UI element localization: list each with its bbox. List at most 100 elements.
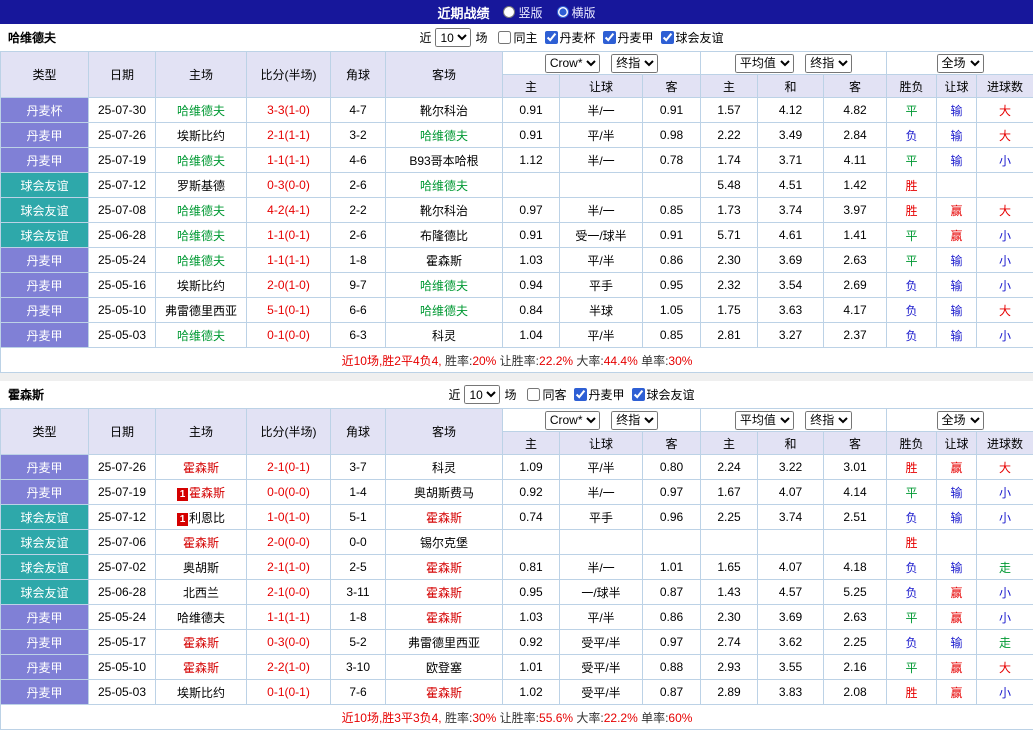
away-team-link[interactable]: 哈维德夫 bbox=[420, 304, 468, 318]
filter-checkbox-option[interactable]: 丹麦甲 bbox=[573, 386, 625, 403]
home-team-link[interactable]: 霍森斯 bbox=[183, 661, 219, 675]
home-team: 霍森斯 bbox=[155, 454, 247, 480]
result-handicap: 输 bbox=[936, 272, 978, 298]
away-team-link[interactable]: 哈维德夫 bbox=[420, 129, 468, 143]
home-team-link[interactable]: 埃斯比约 bbox=[177, 686, 225, 700]
match-row: 球会友谊 25-06-28 北西兰 2-1(0-0) 3-11 霍森斯 0.95 一/球半 0.… bbox=[0, 579, 1033, 605]
away-team: 奥胡斯费马 bbox=[385, 479, 503, 505]
recent-count-select[interactable]: 10 bbox=[464, 385, 501, 404]
away-team-link[interactable]: 哈维德夫 bbox=[420, 179, 468, 193]
odds-stage-select[interactable]: 终指 bbox=[611, 410, 659, 430]
home-team-link[interactable]: 罗斯基德 bbox=[177, 179, 225, 193]
away-team-link[interactable]: 霍森斯 bbox=[426, 254, 462, 268]
handicap-away-odds: 0.95 bbox=[641, 272, 702, 298]
corner-score: 3-7 bbox=[330, 454, 386, 480]
avg-home-odds: 2.30 bbox=[700, 604, 759, 630]
handicap-away-odds: 1.01 bbox=[641, 554, 702, 580]
stat-segment: 让胜率: bbox=[496, 710, 540, 725]
sub-handicap-header: 让球 bbox=[559, 431, 643, 455]
home-team-link[interactable]: 奥胡斯 bbox=[183, 561, 219, 575]
away-team-link[interactable]: 靴尔科治 bbox=[420, 104, 468, 118]
home-team-link[interactable]: 霍森斯 bbox=[183, 461, 219, 475]
filter-checkbox-option[interactable]: 同主 bbox=[498, 29, 538, 46]
match-row: 球会友谊 25-07-08 哈维德夫 4-2(4-1) 2-2 靴尔科治 0.97 半/一 0.… bbox=[0, 197, 1033, 223]
avg-odds-stage-select[interactable]: 终指 bbox=[805, 53, 853, 73]
vertical-layout-radio[interactable] bbox=[503, 6, 516, 18]
avg-away-odds: 4.82 bbox=[823, 97, 888, 123]
filter-checkbox[interactable] bbox=[573, 388, 587, 401]
handicap-away-odds: 0.91 bbox=[641, 222, 702, 248]
away-team-link[interactable]: B93哥本哈根 bbox=[409, 154, 478, 168]
away-team-link[interactable]: 科灵 bbox=[432, 329, 456, 343]
match-row: 球会友谊 25-07-12 1 利恩比 1-0(1-0) 5-1 霍森斯 0.74 平手 0.96… bbox=[0, 504, 1033, 530]
home-team-link[interactable]: 霍森斯 bbox=[183, 636, 219, 650]
recent-count-select[interactable]: 10 bbox=[435, 28, 472, 47]
handicap-away-odds bbox=[641, 172, 702, 198]
avg-odds-select[interactable]: 平均值 bbox=[734, 53, 794, 73]
horizontal-layout-radio[interactable] bbox=[556, 6, 569, 18]
away-team-link[interactable]: 布隆德比 bbox=[420, 229, 468, 243]
home-team-link[interactable]: 哈维德夫 bbox=[177, 229, 225, 243]
filter-checkbox-option[interactable]: 同客 bbox=[527, 386, 567, 403]
home-team-link[interactable]: 哈维德夫 bbox=[177, 204, 225, 218]
filter-checkbox[interactable] bbox=[660, 31, 674, 44]
away-team-link[interactable]: 科灵 bbox=[432, 461, 456, 475]
layout-option-horizontal[interactable]: 横版 bbox=[556, 4, 596, 21]
home-team-link[interactable]: 哈维德夫 bbox=[177, 104, 225, 118]
away-team-link[interactable]: 锡尔克堡 bbox=[420, 536, 468, 550]
result-goals: 小 bbox=[976, 222, 1033, 248]
filter-checkbox[interactable] bbox=[527, 388, 541, 401]
filter-checkbox-option[interactable]: 丹麦甲 bbox=[602, 29, 654, 46]
match-scope-select[interactable]: 全场 bbox=[936, 410, 984, 430]
away-team-link[interactable]: 霍森斯 bbox=[426, 586, 462, 600]
away-team-link[interactable]: 哈维德夫 bbox=[420, 279, 468, 293]
sub-wdl-header: 胜负 bbox=[886, 431, 938, 455]
home-team-link[interactable]: 哈维德夫 bbox=[177, 254, 225, 268]
home-team-link[interactable]: 弗雷德里西亚 bbox=[165, 304, 237, 318]
avg-home-odds: 1.67 bbox=[700, 479, 759, 505]
filter-checkbox-option[interactable]: 球会友谊 bbox=[660, 29, 724, 46]
corner-score: 7-6 bbox=[330, 679, 386, 705]
filter-checkbox[interactable] bbox=[498, 31, 512, 44]
odds-company-select[interactable]: Crow* bbox=[544, 410, 600, 430]
home-team-link[interactable]: 利恩比 bbox=[189, 511, 225, 525]
avg-odds-stage-select[interactable]: 终指 bbox=[805, 410, 853, 430]
col-score-header: 比分(半场) bbox=[246, 51, 331, 98]
filter-checkbox[interactable] bbox=[544, 31, 558, 44]
filter-checkbox-label: 同主 bbox=[513, 31, 538, 45]
col-away-header: 客场 bbox=[385, 51, 503, 98]
away-team-link[interactable]: 靴尔科治 bbox=[420, 204, 468, 218]
home-team-link[interactable]: 埃斯比约 bbox=[177, 129, 225, 143]
home-team-link[interactable]: 哈维德夫 bbox=[177, 329, 225, 343]
home-team-link[interactable]: 北西兰 bbox=[183, 586, 219, 600]
odds-stage-select[interactable]: 终指 bbox=[611, 53, 659, 73]
away-team-link[interactable]: 霍森斯 bbox=[426, 686, 462, 700]
handicap-line bbox=[559, 172, 643, 198]
corner-score: 4-6 bbox=[330, 147, 386, 173]
filter-checkbox[interactable] bbox=[631, 388, 645, 401]
odds-company-select[interactable]: Crow* bbox=[544, 53, 600, 73]
filter-checkbox[interactable] bbox=[602, 31, 616, 44]
away-team-link[interactable]: 霍森斯 bbox=[426, 511, 462, 525]
league-badge: 丹麦甲 bbox=[0, 297, 89, 323]
home-team: 哈维德夫 bbox=[155, 197, 247, 223]
away-team-link[interactable]: 奥胡斯费马 bbox=[414, 486, 474, 500]
col-corner-header: 角球 bbox=[330, 51, 386, 98]
layout-option-vertical[interactable]: 竖版 bbox=[503, 4, 543, 21]
away-team-link[interactable]: 欧登塞 bbox=[426, 661, 462, 675]
filter-checkbox-option[interactable]: 球会友谊 bbox=[631, 386, 695, 403]
home-team-link[interactable]: 哈维德夫 bbox=[177, 154, 225, 168]
avg-odds-select[interactable]: 平均值 bbox=[734, 410, 794, 430]
away-team-link[interactable]: 霍森斯 bbox=[426, 611, 462, 625]
match-scope-select[interactable]: 全场 bbox=[936, 53, 984, 73]
filter-checkbox-option[interactable]: 丹麦杯 bbox=[544, 29, 596, 46]
away-team-link[interactable]: 霍森斯 bbox=[426, 561, 462, 575]
home-team-link[interactable]: 埃斯比约 bbox=[177, 279, 225, 293]
home-team-link[interactable]: 霍森斯 bbox=[183, 536, 219, 550]
filter-checkbox-label: 丹麦甲 bbox=[617, 31, 654, 45]
home-team-link[interactable]: 霍森斯 bbox=[189, 486, 225, 500]
home-team-link[interactable]: 哈维德夫 bbox=[177, 611, 225, 625]
handicap-home-odds: 0.84 bbox=[502, 297, 560, 323]
away-team-link[interactable]: 弗雷德里西亚 bbox=[408, 636, 480, 650]
avg-home-odds: 2.30 bbox=[700, 247, 759, 273]
